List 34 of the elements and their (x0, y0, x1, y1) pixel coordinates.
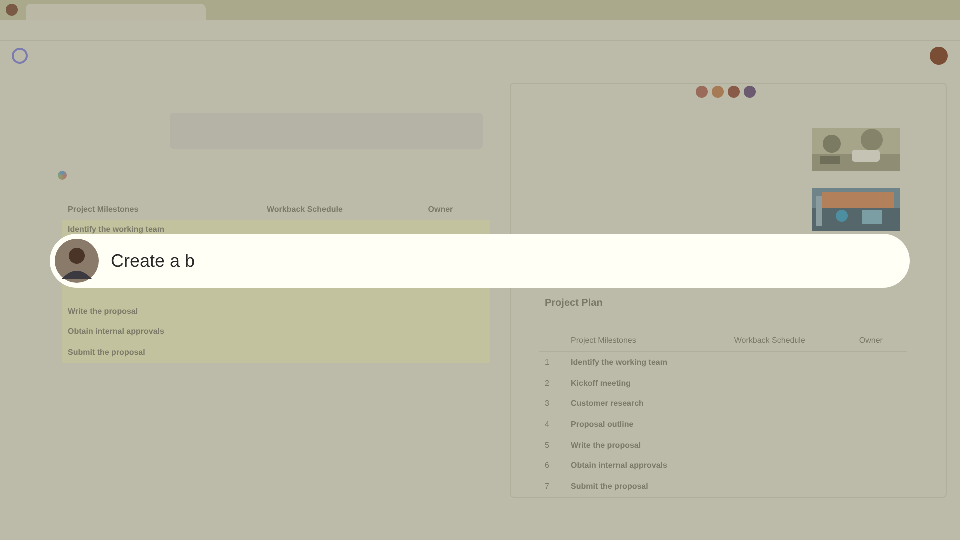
table-cell-text: Proposal outline (570, 419, 635, 432)
column-header: Workback Schedule (261, 199, 422, 220)
table-cell-text: Customer research (570, 398, 645, 410)
row-number: 6 (544, 460, 550, 472)
table-cell: Write the proposal (62, 301, 262, 322)
column-header: Owner (422, 199, 490, 220)
app-logo-icon[interactable] (12, 48, 28, 64)
avatar-icon (712, 86, 724, 98)
avatar-icon (744, 86, 756, 98)
avatar-icon[interactable] (930, 47, 948, 65)
column-header: Owner (853, 330, 907, 352)
prompt-field[interactable]: Create a b (50, 234, 910, 288)
avatar-icon (55, 239, 99, 283)
row-number: 5 (544, 440, 550, 452)
table-cell: Obtain internal approvals (62, 322, 262, 342)
avatar-icon (728, 86, 740, 98)
table-cell-text: Submit the proposal (570, 481, 650, 494)
table-cell: Identify the working team (565, 352, 728, 373)
row-number: 2 (544, 378, 550, 390)
column-header: Project Milestones (565, 330, 728, 352)
row-number: 1 (539, 352, 565, 373)
table-cell: Submit the proposal (62, 342, 262, 362)
row-number: 7 (544, 481, 550, 494)
avatar-icon (696, 86, 708, 98)
row-number: 3 (544, 398, 550, 410)
table-cell-text: Write the proposal (570, 440, 642, 452)
page-title: Project Plan (545, 298, 604, 309)
table-cell-text: Obtain internal approvals (570, 460, 668, 472)
column-header: Workback Schedule (728, 330, 854, 352)
copilot-icon (58, 170, 67, 180)
row-number: 4 (544, 419, 550, 432)
profile-icon[interactable] (6, 4, 18, 16)
column-header: Project Milestones (62, 199, 262, 220)
table-cell-text: Kickoff meeting (570, 378, 632, 390)
